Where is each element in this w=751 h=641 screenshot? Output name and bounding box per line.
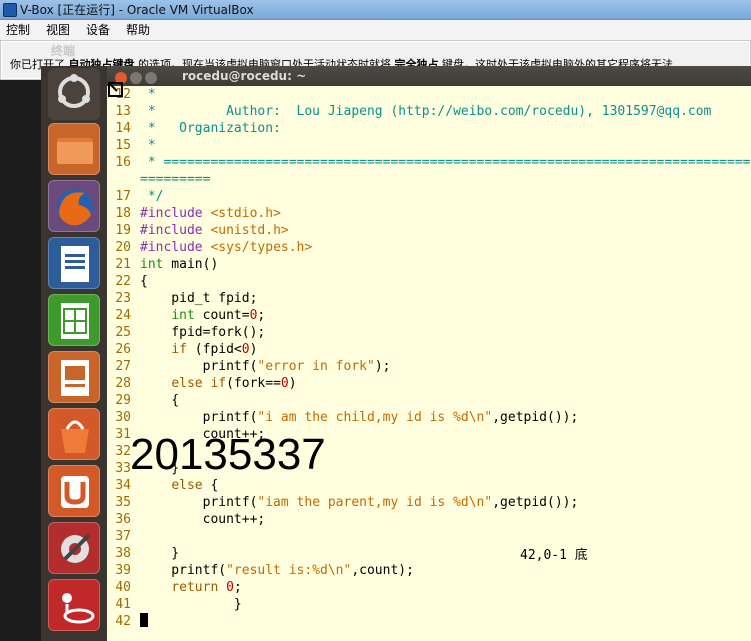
vim-editor[interactable]: 12 * 13 * Author: Lou Jiapeng (http://wei… (107, 86, 751, 641)
code-text: count++; (140, 512, 266, 527)
dash-icon[interactable] (48, 68, 100, 120)
line-number: 38 (115, 546, 131, 561)
code-text: printf("i am the child,my id is %d\n",ge… (140, 410, 579, 425)
host-menubar: 控制 视图 设备 帮助 (0, 20, 751, 40)
code-text: */ (140, 189, 164, 204)
menu-control[interactable]: 控制 (6, 20, 30, 40)
impress-icon[interactable] (48, 351, 100, 403)
line-number: 23 (115, 291, 131, 306)
ubuntu-launcher (41, 66, 107, 641)
code-text: } (140, 597, 242, 612)
writer-icon[interactable] (48, 237, 100, 289)
code-text: return 0; (171, 580, 242, 595)
line-number: 13 (115, 104, 131, 119)
line-number: 14 (115, 121, 131, 136)
menu-help[interactable]: 帮助 (126, 20, 150, 40)
line-number: 18 (115, 206, 131, 221)
line-number: 20 (115, 240, 131, 255)
code-text: printf("iam the parent,my id is %d\n",ge… (140, 495, 579, 510)
line-number: 40 (115, 580, 131, 595)
terminal-titlebar: rocedu@rocedu: ~ (107, 66, 751, 86)
line-number: 35 (115, 495, 131, 510)
menu-devices[interactable]: 设备 (86, 20, 110, 40)
line-number: 28 (115, 376, 131, 391)
line-number: 31 (115, 427, 131, 442)
line-number: 24 (115, 308, 131, 323)
code-text: int main() (140, 257, 219, 272)
code-text (140, 613, 148, 630)
code-text: else if(fork==0) (171, 376, 297, 391)
code-text: * (140, 138, 156, 153)
line-number: 32 (115, 444, 131, 459)
vim-status-line: 42,0-1 底 (520, 548, 588, 563)
line-number: 26 (115, 342, 131, 357)
code-text: int count=0; (171, 308, 266, 323)
code-text: printf("result is:%d\n",count); (140, 563, 414, 578)
line-number: 25 (115, 325, 131, 340)
student-id-overlay: 20135337 (130, 430, 326, 479)
maximize-button[interactable] (145, 72, 157, 84)
software-center-icon[interactable] (48, 408, 100, 460)
code-text: * (140, 87, 156, 102)
menu-view[interactable]: 视图 (46, 20, 70, 40)
code-text: #include <stdio.h> (140, 206, 281, 221)
line-number: 19 (115, 223, 131, 238)
mouse-pointer-icon (108, 82, 124, 98)
code-text: printf("error in fork"); (140, 359, 391, 374)
ubuntu-one-icon[interactable] (48, 465, 100, 517)
terminal-title: rocedu@rocedu: ~ (182, 69, 307, 83)
line-number: 33 (115, 461, 131, 476)
line-number: 39 (115, 563, 131, 578)
line-number: 41 (115, 597, 131, 612)
line-number: 42 (115, 614, 131, 629)
files-icon[interactable] (48, 123, 100, 175)
code-text: #include <sys/types.h> (140, 240, 313, 255)
code-text: * ======================================… (140, 155, 751, 170)
calc-icon[interactable] (48, 294, 100, 346)
virtualbox-icon (3, 3, 17, 17)
text-cursor (140, 613, 148, 627)
line-number: 15 (115, 138, 131, 153)
code-text: } (140, 546, 180, 561)
minimize-button[interactable] (130, 72, 142, 84)
code-text: #include <unistd.h> (140, 223, 289, 238)
line-number: 22 (115, 274, 131, 289)
line-number: 37 (115, 529, 131, 544)
code-text: * Organization: (140, 121, 281, 136)
line-number: 34 (115, 478, 131, 493)
host-titlebar: V-Box [正在运行] - Oracle VM VirtualBox (0, 0, 751, 20)
code-text: ========= (140, 172, 211, 187)
code-text: pid_t fpid; (140, 291, 258, 306)
window-title: V-Box [正在运行] - Oracle VM VirtualBox (20, 3, 254, 17)
code-text: if (fpid<0) (171, 342, 258, 357)
settings-icon[interactable] (48, 522, 100, 574)
code-text: * Author: Lou Jiapeng (http://weibo.com/… (140, 104, 712, 119)
code-text: fpid=fork(); (140, 325, 266, 340)
system-app-icon[interactable] (48, 579, 100, 631)
line-number: 16 (115, 155, 131, 170)
line-number: 30 (115, 410, 131, 425)
line-number: 29 (115, 393, 131, 408)
line-number: 21 (115, 257, 131, 272)
line-number: 27 (115, 359, 131, 374)
firefox-icon[interactable] (48, 180, 100, 232)
code-text: { (140, 274, 148, 289)
line-number: 17 (115, 189, 131, 204)
line-number: 36 (115, 512, 131, 527)
code-text: { (140, 393, 180, 408)
